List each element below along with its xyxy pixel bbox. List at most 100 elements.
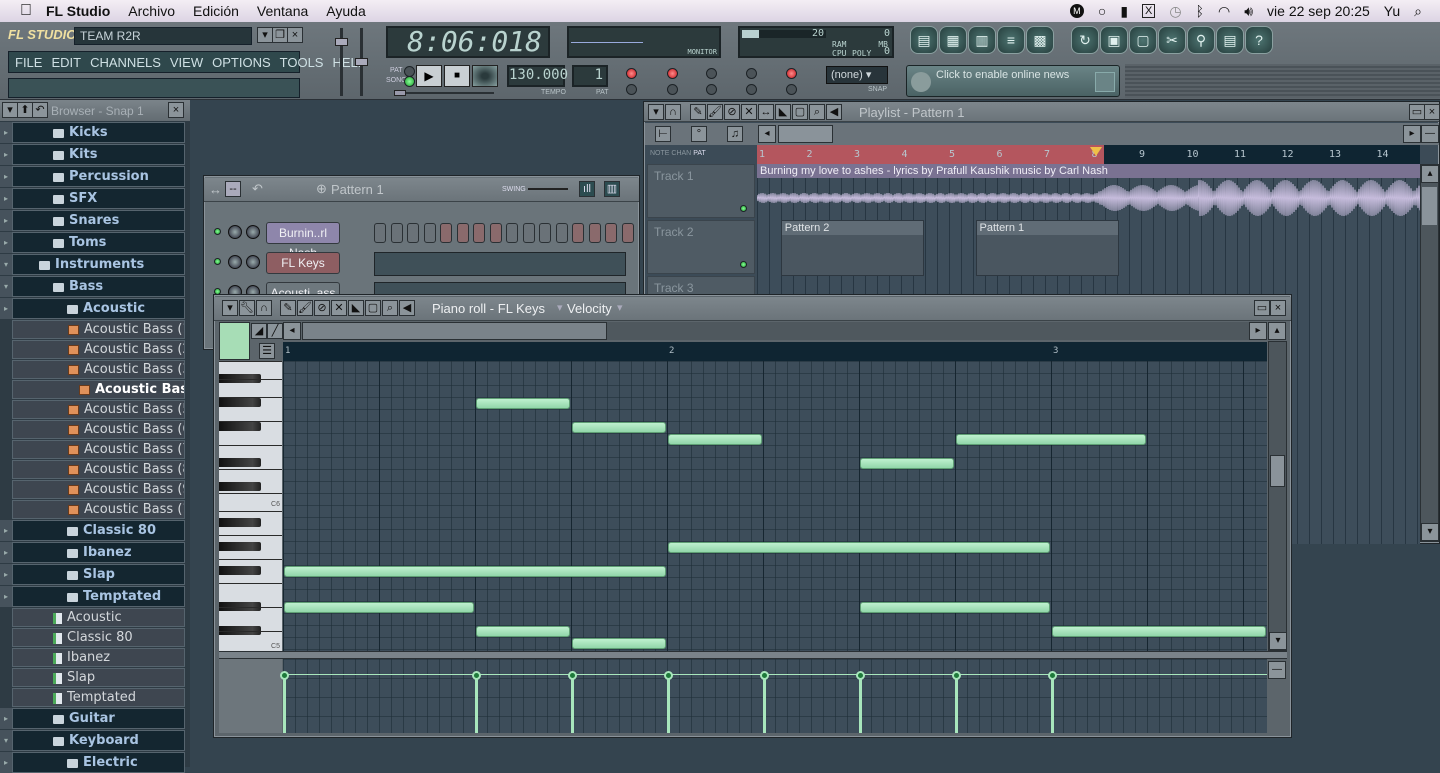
graph-editor-icon[interactable]: ıll (579, 181, 595, 197)
menu-tools[interactable]: TOOLS (280, 55, 324, 70)
step-edit-led[interactable] (626, 84, 637, 95)
piano-roll-maximize-icon[interactable]: ▭ (1254, 300, 1270, 316)
pr-scroll-right-icon[interactable]: ▸ (1249, 322, 1267, 340)
move-icon[interactable]: ↔ (209, 182, 222, 197)
download-icon[interactable] (1095, 72, 1115, 92)
browser-up-icon[interactable]: ⬆ (17, 102, 33, 118)
playlist-menu-icon[interactable]: ▾ (648, 104, 664, 120)
add-pattern-icon[interactable]: ⊕ (316, 181, 327, 197)
pr-scroll-down-icon[interactable]: ▾ (1269, 632, 1287, 650)
browser-item[interactable]: Acoustic Bass (5) (12, 400, 185, 419)
scroll-down-icon[interactable]: ▾ (1421, 523, 1439, 541)
playlist-maximize-icon[interactable]: ▭ (1409, 104, 1425, 120)
draw-pencil-icon[interactable]: ✎ (280, 300, 296, 316)
swing-slider[interactable] (528, 188, 568, 190)
step-view-icon[interactable]: -- (225, 181, 241, 197)
menu-ventana[interactable]: Ventana (257, 3, 308, 19)
browser-item[interactable]: Acoustic Bass (3) (12, 360, 185, 379)
expand-toggle[interactable]: ▸ (0, 144, 12, 165)
velocity-bar[interactable] (763, 675, 766, 733)
piano-roll-title-arrow[interactable]: ▾ (557, 301, 563, 314)
browser-item[interactable]: Slap (12, 668, 185, 687)
snap-magnet-icon[interactable]: ∩ (665, 104, 681, 120)
note[interactable] (572, 422, 666, 433)
volume-icon[interactable]: 🔊︎ (1244, 3, 1253, 20)
zoom-icon[interactable]: ⌕ (809, 104, 825, 120)
metronome-led[interactable] (786, 68, 797, 79)
browser-item[interactable]: Percussion (12, 166, 185, 187)
expand-toggle[interactable]: ▸ (0, 708, 12, 729)
piano-roll-title[interactable]: Piano roll - FL Keys (432, 301, 545, 316)
multilink-led[interactable] (786, 84, 797, 95)
dropdown-icon[interactable]: ▾ (257, 27, 273, 43)
step-button[interactable] (605, 223, 617, 243)
browser-item[interactable]: Electric (12, 752, 185, 773)
step-button[interactable] (506, 223, 518, 243)
browser-item[interactable]: Bass (12, 276, 185, 297)
time-machine-icon[interactable]: ◷ (1169, 3, 1181, 20)
keyboard-toggle-icon[interactable]: ☰ (259, 343, 275, 359)
edison-cut-icon[interactable]: ✂ (1158, 26, 1186, 54)
menu-archivo[interactable]: Archivo (128, 3, 175, 19)
mute-tool-icon[interactable]: ✕ (331, 300, 347, 316)
menu-ayuda[interactable]: Ayuda (326, 3, 365, 19)
note[interactable] (668, 434, 762, 445)
bag-icon[interactable]: ▮ (1120, 3, 1128, 20)
velocity-bar[interactable] (475, 675, 478, 733)
chan-mode-label[interactable]: CHAN (671, 150, 691, 157)
velocity-handle[interactable] (280, 671, 289, 681)
help-icon[interactable]: ? (1245, 26, 1273, 54)
piano-roll-menu-icon[interactable]: ▾ (222, 300, 238, 316)
channel-name-button[interactable]: Burnin..rl Nash (266, 222, 340, 260)
speaker-tool-icon[interactable]: ◀ (399, 300, 415, 316)
menu-channels[interactable]: CHANNELS (90, 55, 161, 70)
expand-toggle[interactable]: ▸ (0, 210, 12, 231)
wait-input-led[interactable] (667, 84, 678, 95)
event-mode-dropdown[interactable]: Velocity (567, 301, 612, 316)
pr-horizontal-scrollbar[interactable] (302, 322, 607, 340)
step-button[interactable] (456, 223, 469, 243)
note[interactable] (284, 602, 474, 613)
velocity-handle[interactable] (1048, 671, 1057, 681)
project-title-field[interactable]: TEAM R2R (74, 27, 252, 45)
scroll-up-icon[interactable]: ▴ (1421, 165, 1439, 183)
slice-icon[interactable]: ◣ (775, 104, 791, 120)
pr-scroll-up-icon[interactable]: ▴ (1268, 322, 1286, 340)
user-name[interactable]: Yu (1384, 3, 1400, 19)
scroll-right-icon[interactable]: ▸ (1403, 125, 1421, 143)
master-volume-slider[interactable] (335, 28, 348, 96)
note[interactable] (956, 434, 1146, 445)
m-status-icon[interactable]: M (1069, 4, 1084, 18)
black-key[interactable] (219, 398, 261, 407)
expand-toggle[interactable]: ▾ (0, 276, 12, 297)
event-mode-arrow[interactable]: ▾ (617, 301, 623, 314)
slip-icon[interactable]: ↔ (758, 104, 774, 120)
browser-item[interactable]: Kicks (12, 122, 185, 143)
clock[interactable]: vie 22 sep 20:25 (1267, 3, 1370, 19)
velocity-handle[interactable] (568, 671, 577, 681)
menu-options[interactable]: OPTIONS (212, 55, 271, 70)
record-mic-icon[interactable]: ⚲ (1187, 26, 1215, 54)
browser-item[interactable]: Acoustic Bass (9) (12, 480, 185, 499)
note[interactable] (1052, 626, 1266, 637)
track-3-header[interactable]: Track 3 (647, 276, 755, 296)
wrench-icon[interactable]: 🔧︎ (239, 300, 255, 316)
paint-brush-icon[interactable]: 🖌︎ (297, 300, 313, 316)
current-color-swatch[interactable] (219, 322, 250, 360)
snap-dropdown[interactable]: (none) ▾ (826, 66, 888, 84)
loop-record-led[interactable] (746, 68, 757, 79)
restore-icon[interactable]: ❐ (272, 27, 288, 43)
piano-roll-close-icon[interactable]: × (1270, 300, 1286, 316)
playlist-title[interactable]: Playlist - Pattern 1 (859, 105, 965, 120)
step-button[interactable] (440, 223, 452, 243)
step-button[interactable] (621, 223, 634, 243)
piano-keyboard[interactable]: C6 C5 (219, 361, 282, 651)
delete-tool-icon[interactable]: ⊘ (314, 300, 330, 316)
event-zoom-icon[interactable]: — (1268, 661, 1286, 679)
note[interactable] (668, 542, 1050, 553)
browser-item[interactable]: Acoustic Bass (10) (12, 500, 185, 519)
pr-scroll-track[interactable] (607, 322, 1257, 340)
playback-icon[interactable]: ◀ (826, 104, 842, 120)
audio-clip[interactable]: Burning my love to ashes - lyrics by Pra… (756, 164, 1421, 218)
step-button[interactable] (473, 223, 485, 243)
